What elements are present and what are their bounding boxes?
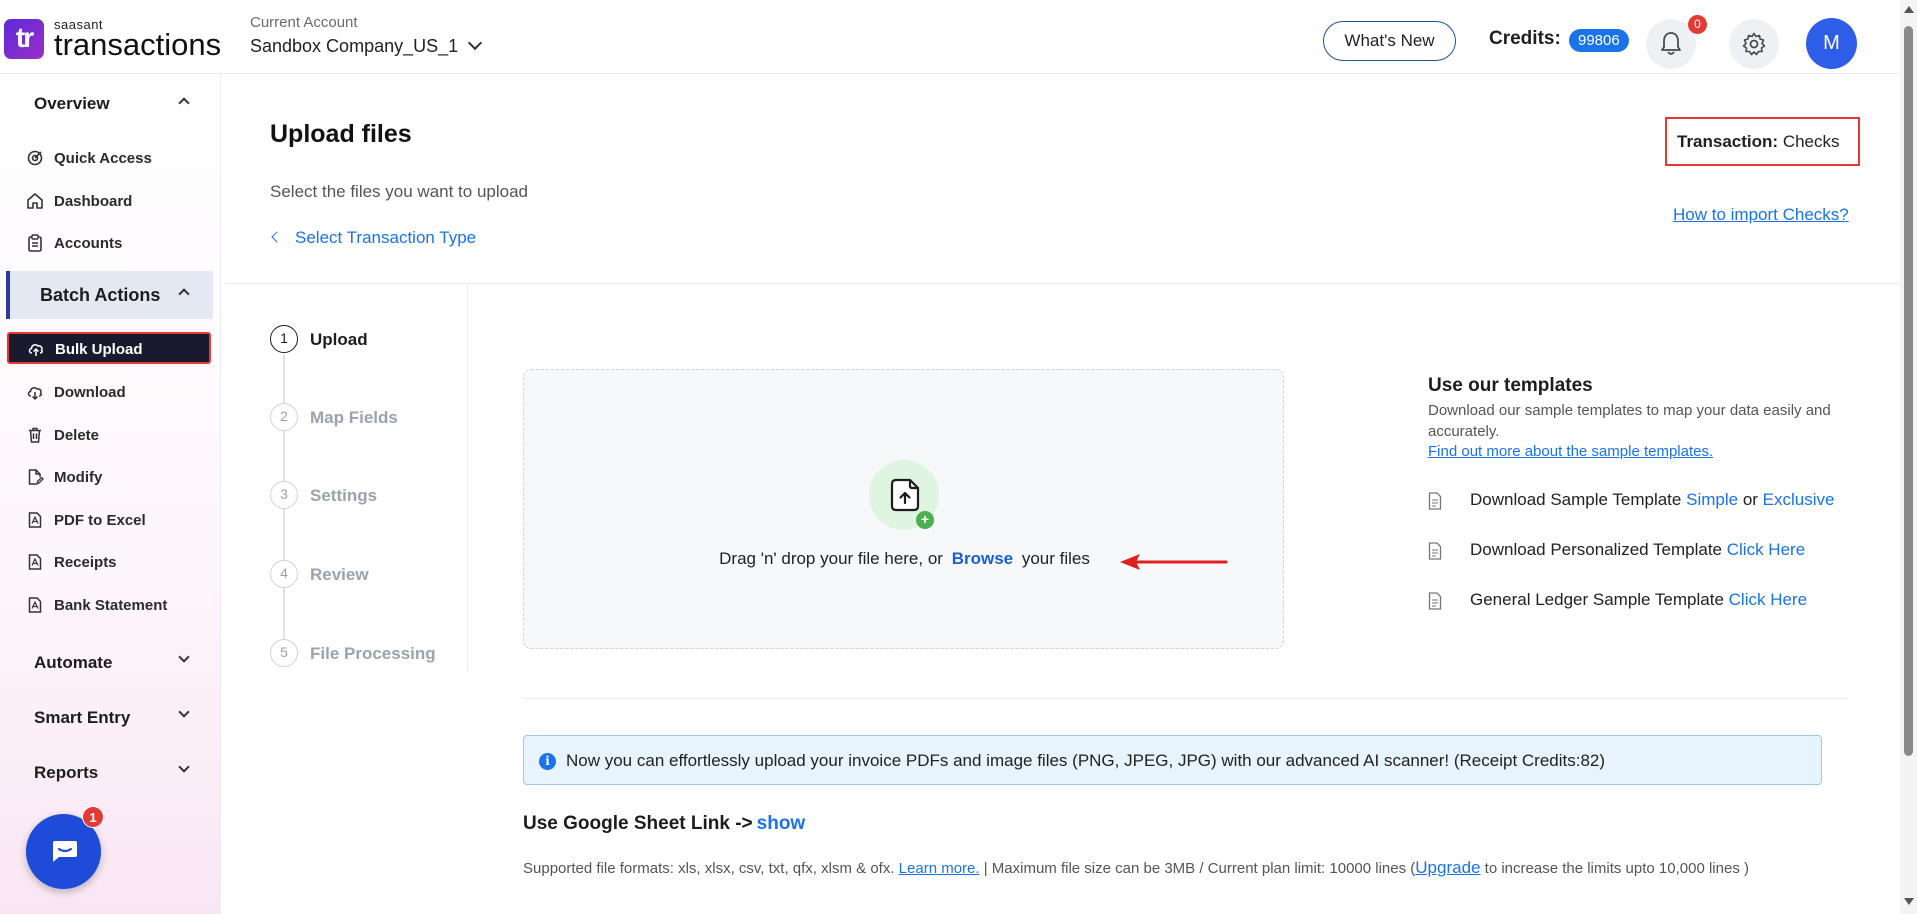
pdf-file-icon [28,512,42,528]
templates-title: Use our templates [1428,375,1593,396]
document-icon [1428,492,1442,510]
receipt-icon [28,554,42,570]
divider [523,698,1848,699]
info-icon: i [539,753,556,770]
sidebar-item-download[interactable]: Download [0,375,221,409]
account-label: Current Account [250,14,358,31]
scroll-thumb[interactable] [1904,26,1913,756]
sidebar-item-bank-statement[interactable]: Bank Statement [0,588,221,622]
gear-icon [1742,32,1766,56]
google-sheet-link-row: Use Google Sheet Link -> show [523,813,806,834]
sidebar-section-smart-entry[interactable]: Smart Entry [0,694,221,742]
learn-more-link[interactable]: Learn more. [899,860,980,877]
upload-file-icon [890,478,920,512]
chevron-up-icon [178,97,190,109]
chevron-down-icon [178,706,190,718]
page-scrollbar[interactable] [1900,0,1917,914]
sidebar: Overview Quick Access Dashboard Accounts… [0,74,221,914]
user-avatar[interactable]: M [1806,18,1857,69]
bank-statement-icon [28,597,42,613]
sidebar-section-overview[interactable]: Overview [0,80,221,128]
sidebar-item-quick-access[interactable]: Quick Access [0,141,221,175]
divider [467,284,468,670]
sidebar-section-reports[interactable]: Reports [0,749,221,797]
chevron-down-icon[interactable] [468,35,483,51]
sidebar-item-bulk-upload[interactable]: Bulk Upload [7,332,211,364]
supported-formats-note: Supported file formats: xls, xlsx, csv, … [523,858,1749,877]
document-icon [1428,592,1442,610]
plus-icon: + [916,511,934,529]
select-transaction-type-link[interactable]: Select Transaction Type [271,228,476,248]
chat-unread-badge: 1 [82,806,104,828]
top-header: tr saasant transactions Current Account … [0,0,1900,74]
chevron-down-icon [178,651,190,663]
sidebar-item-modify[interactable]: Modify [0,460,221,494]
how-to-import-link[interactable]: How to import Checks? [1673,205,1849,225]
exclusive-template-link[interactable]: Exclusive [1763,490,1835,509]
document-icon [1428,542,1442,560]
general-ledger-template-link[interactable]: Click Here [1729,590,1807,609]
edit-file-icon [28,469,44,486]
chevron-left-icon [271,231,283,243]
credits-badge: 99806 [1569,29,1629,52]
simple-template-link[interactable]: Simple [1686,490,1738,509]
chat-icon [53,841,77,862]
sidebar-item-accounts[interactable]: Accounts [0,226,221,260]
sidebar-item-dashboard[interactable]: Dashboard [0,184,221,218]
file-dropzone[interactable]: + Drag 'n' drop your file here, or Brows… [523,369,1284,649]
upgrade-link[interactable]: Upgrade [1415,858,1480,877]
notifications-count-badge: 0 [1688,15,1707,34]
account-switcher[interactable]: Current Account Sandbox Company_US_1 [250,14,483,57]
logo-mark: tr [4,19,44,59]
trash-icon [29,427,41,443]
show-google-sheet-link[interactable]: show [757,813,806,834]
personalized-template-link[interactable]: Click Here [1727,540,1805,559]
logo-big-text: transactions [54,27,222,62]
arrow-left-annotation-icon [1120,554,1228,570]
app-logo[interactable]: tr saasant transactions [4,18,221,60]
sidebar-section-automate[interactable]: Automate [0,639,221,687]
browse-files-link[interactable]: Browse [952,549,1013,568]
scroll-up-arrow-icon[interactable] [1904,6,1914,13]
sample-templates-info-link[interactable]: Find out more about the sample templates… [1428,443,1713,460]
home-icon [27,193,43,209]
chevron-down-icon [178,761,190,773]
cloud-download-icon [27,387,42,401]
transaction-type-indicator: Transaction: Checks [1665,117,1860,166]
target-icon [27,150,43,166]
ai-scanner-info-banner: i Now you can effortlessly upload your i… [523,735,1822,785]
scroll-down-arrow-icon[interactable] [1904,898,1914,905]
sidebar-section-batch-actions[interactable]: Batch Actions [6,271,213,319]
settings-button[interactable] [1729,19,1779,69]
account-name: Sandbox Company_US_1 [250,36,459,56]
page-subtitle: Select the files you want to upload [270,182,528,201]
chevron-up-icon [178,288,190,300]
sidebar-item-receipts[interactable]: Receipts [0,545,221,579]
credits-label: Credits: [1489,28,1561,49]
page-title: Upload files [270,120,412,148]
templates-description: Download our sample templates to map you… [1428,402,1831,440]
clipboard-icon [28,234,42,252]
sidebar-item-pdf-to-excel[interactable]: PDF to Excel [0,503,221,537]
whats-new-button[interactable]: What's New [1323,21,1456,61]
bell-icon [1661,32,1681,55]
cloud-upload-icon [28,344,43,356]
sidebar-item-delete[interactable]: Delete [0,418,221,452]
divider [226,283,1900,284]
